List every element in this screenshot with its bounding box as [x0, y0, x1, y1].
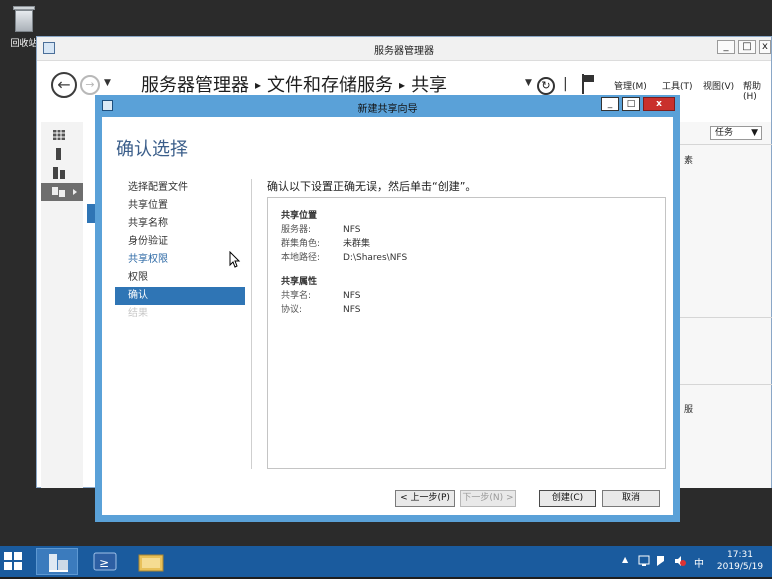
tray-expand-icon[interactable]: ▲ [622, 555, 628, 564]
recycle-bin-icon [11, 4, 37, 34]
divider [251, 179, 252, 469]
server-manager-icon [49, 554, 68, 572]
wizard-titlebar: 新建共享向导 _ □ x [95, 95, 680, 117]
file-storage-icon[interactable] [41, 183, 83, 201]
summary-row: 本地路径: D:\Shares\NFS [281, 253, 408, 263]
page-title: 确认选择 [116, 139, 188, 160]
divider [680, 317, 772, 318]
wizard-title: 新建共享向导 [357, 104, 418, 115]
fragment-text: 素 [684, 156, 694, 166]
step-results: 结果 [128, 308, 148, 319]
folder-icon [138, 554, 164, 572]
divider: | [563, 76, 568, 92]
taskbar-server-manager[interactable] [36, 548, 78, 575]
forward-icon[interactable]: → [80, 75, 100, 95]
step-share-location[interactable]: 共享位置 [115, 197, 245, 215]
taskbar-file-explorer[interactable] [130, 548, 172, 575]
history-dropdown-icon[interactable]: ▼ [104, 78, 111, 88]
network-icon[interactable] [638, 555, 650, 570]
refresh-icon[interactable]: ↻ [537, 77, 555, 95]
step-authentication[interactable]: 身份验证 [115, 233, 245, 251]
next-button: 下一步(N) > [460, 490, 516, 507]
minimize-button[interactable]: _ [601, 97, 619, 111]
create-button[interactable]: 创建(C) [539, 490, 596, 507]
step-share-permissions[interactable]: 共享权限 [115, 251, 245, 269]
breadcrumb-file-storage[interactable]: 文件和存储服务 [267, 75, 393, 96]
clock[interactable]: 17:31 2019/5/19 [712, 549, 768, 573]
start-button[interactable] [4, 552, 22, 570]
menu-view[interactable]: 视图(V) [703, 79, 734, 92]
wizard-footer: < 上一步(P) 下一步(N) > 创建(C) 取消 [102, 484, 673, 515]
cancel-button[interactable]: 取消 [602, 490, 660, 507]
previous-button[interactable]: < 上一步(P) [395, 490, 455, 507]
breadcrumb-shares[interactable]: 共享 [411, 75, 447, 96]
volume-icon[interactable] [674, 555, 686, 570]
step-select-profile[interactable]: 选择配置文件 [115, 179, 245, 197]
taskbar: ≥ ▲ 中 17:31 2019/5/19 [0, 546, 772, 577]
server-manager-nav-pane [41, 122, 83, 488]
fragment-text: 服 [684, 405, 694, 415]
summary-row: 共享名: NFS [281, 291, 361, 301]
selection-indicator [87, 204, 95, 223]
tasks-dropdown[interactable]: 任务 ▼ [710, 126, 762, 140]
divider [680, 384, 772, 385]
maximize-button[interactable]: □ [622, 97, 640, 111]
new-share-wizard: 新建共享向导 _ □ x 确认选择 选择配置文件 共享位置 共享名称 身份验证 … [95, 95, 680, 522]
menu-tools[interactable]: 工具(T) [662, 79, 693, 92]
server-manager-title: 服务器管理器 [374, 46, 434, 57]
step-share-name[interactable]: 共享名称 [115, 215, 245, 233]
instruction-text: 确认以下设置正确无误，然后单击“创建”。 [267, 180, 477, 193]
close-button[interactable]: x [759, 40, 771, 54]
powershell-icon: ≥ [93, 552, 117, 571]
breadcrumb-server-manager[interactable]: 服务器管理器 [141, 75, 249, 96]
summary-row: 协议: NFS [281, 305, 361, 315]
mouse-cursor-icon [229, 251, 241, 268]
divider [680, 144, 772, 145]
flag-icon[interactable] [580, 74, 594, 94]
back-icon[interactable]: ← [51, 72, 77, 98]
ime-indicator[interactable]: 中 [694, 555, 704, 570]
server-manager-titlebar: 服务器管理器 _ □ x [37, 37, 771, 61]
confirmation-summary: 共享位置 服务器: NFS 群集角色: 未群集 本地路径: D:\Shares\NFS… [267, 197, 666, 469]
summary-row: 服务器: NFS [281, 225, 361, 235]
breadcrumb-dropdown-icon[interactable]: ▼ [525, 78, 532, 88]
dashboard-icon[interactable] [41, 126, 83, 144]
section-title-share-location: 共享位置 [281, 211, 318, 221]
local-server-icon[interactable] [41, 145, 83, 163]
clock-date: 2019/5/19 [716, 562, 764, 572]
wizard-steps: 选择配置文件 共享位置 共享名称 身份验证 共享权限 权限 确认 结果 [115, 179, 245, 323]
server-manager-tasks-pane: 任务 ▼ 素 服 [679, 122, 772, 488]
breadcrumb-separator-icon: ▸ [255, 78, 262, 92]
step-permissions[interactable]: 权限 [115, 269, 245, 287]
step-confirmation[interactable]: 确认 [115, 287, 245, 305]
svg-text:≥: ≥ [99, 556, 109, 570]
section-title-share-properties: 共享属性 [281, 277, 318, 287]
close-button[interactable]: x [643, 97, 675, 111]
summary-row: 群集角色: 未群集 [281, 239, 371, 249]
action-center-icon[interactable] [655, 555, 667, 570]
taskbar-powershell[interactable]: ≥ [84, 548, 126, 575]
menu-manage[interactable]: 管理(M) [614, 79, 647, 92]
minimize-button[interactable]: _ [717, 40, 735, 54]
wizard-client-area: 确认选择 选择配置文件 共享位置 共享名称 身份验证 共享权限 权限 确认 结果… [102, 117, 673, 515]
clock-time: 17:31 [727, 550, 753, 560]
all-servers-icon[interactable] [41, 164, 83, 182]
maximize-button[interactable]: □ [738, 40, 756, 54]
menu-help[interactable]: 帮助(H) [743, 79, 771, 102]
breadcrumb: 服务器管理器 ▸ 文件和存储服务 ▸ 共享 [141, 71, 447, 97]
breadcrumb-separator-icon: ▸ [399, 78, 406, 92]
chevron-down-icon: ▼ [751, 128, 758, 138]
